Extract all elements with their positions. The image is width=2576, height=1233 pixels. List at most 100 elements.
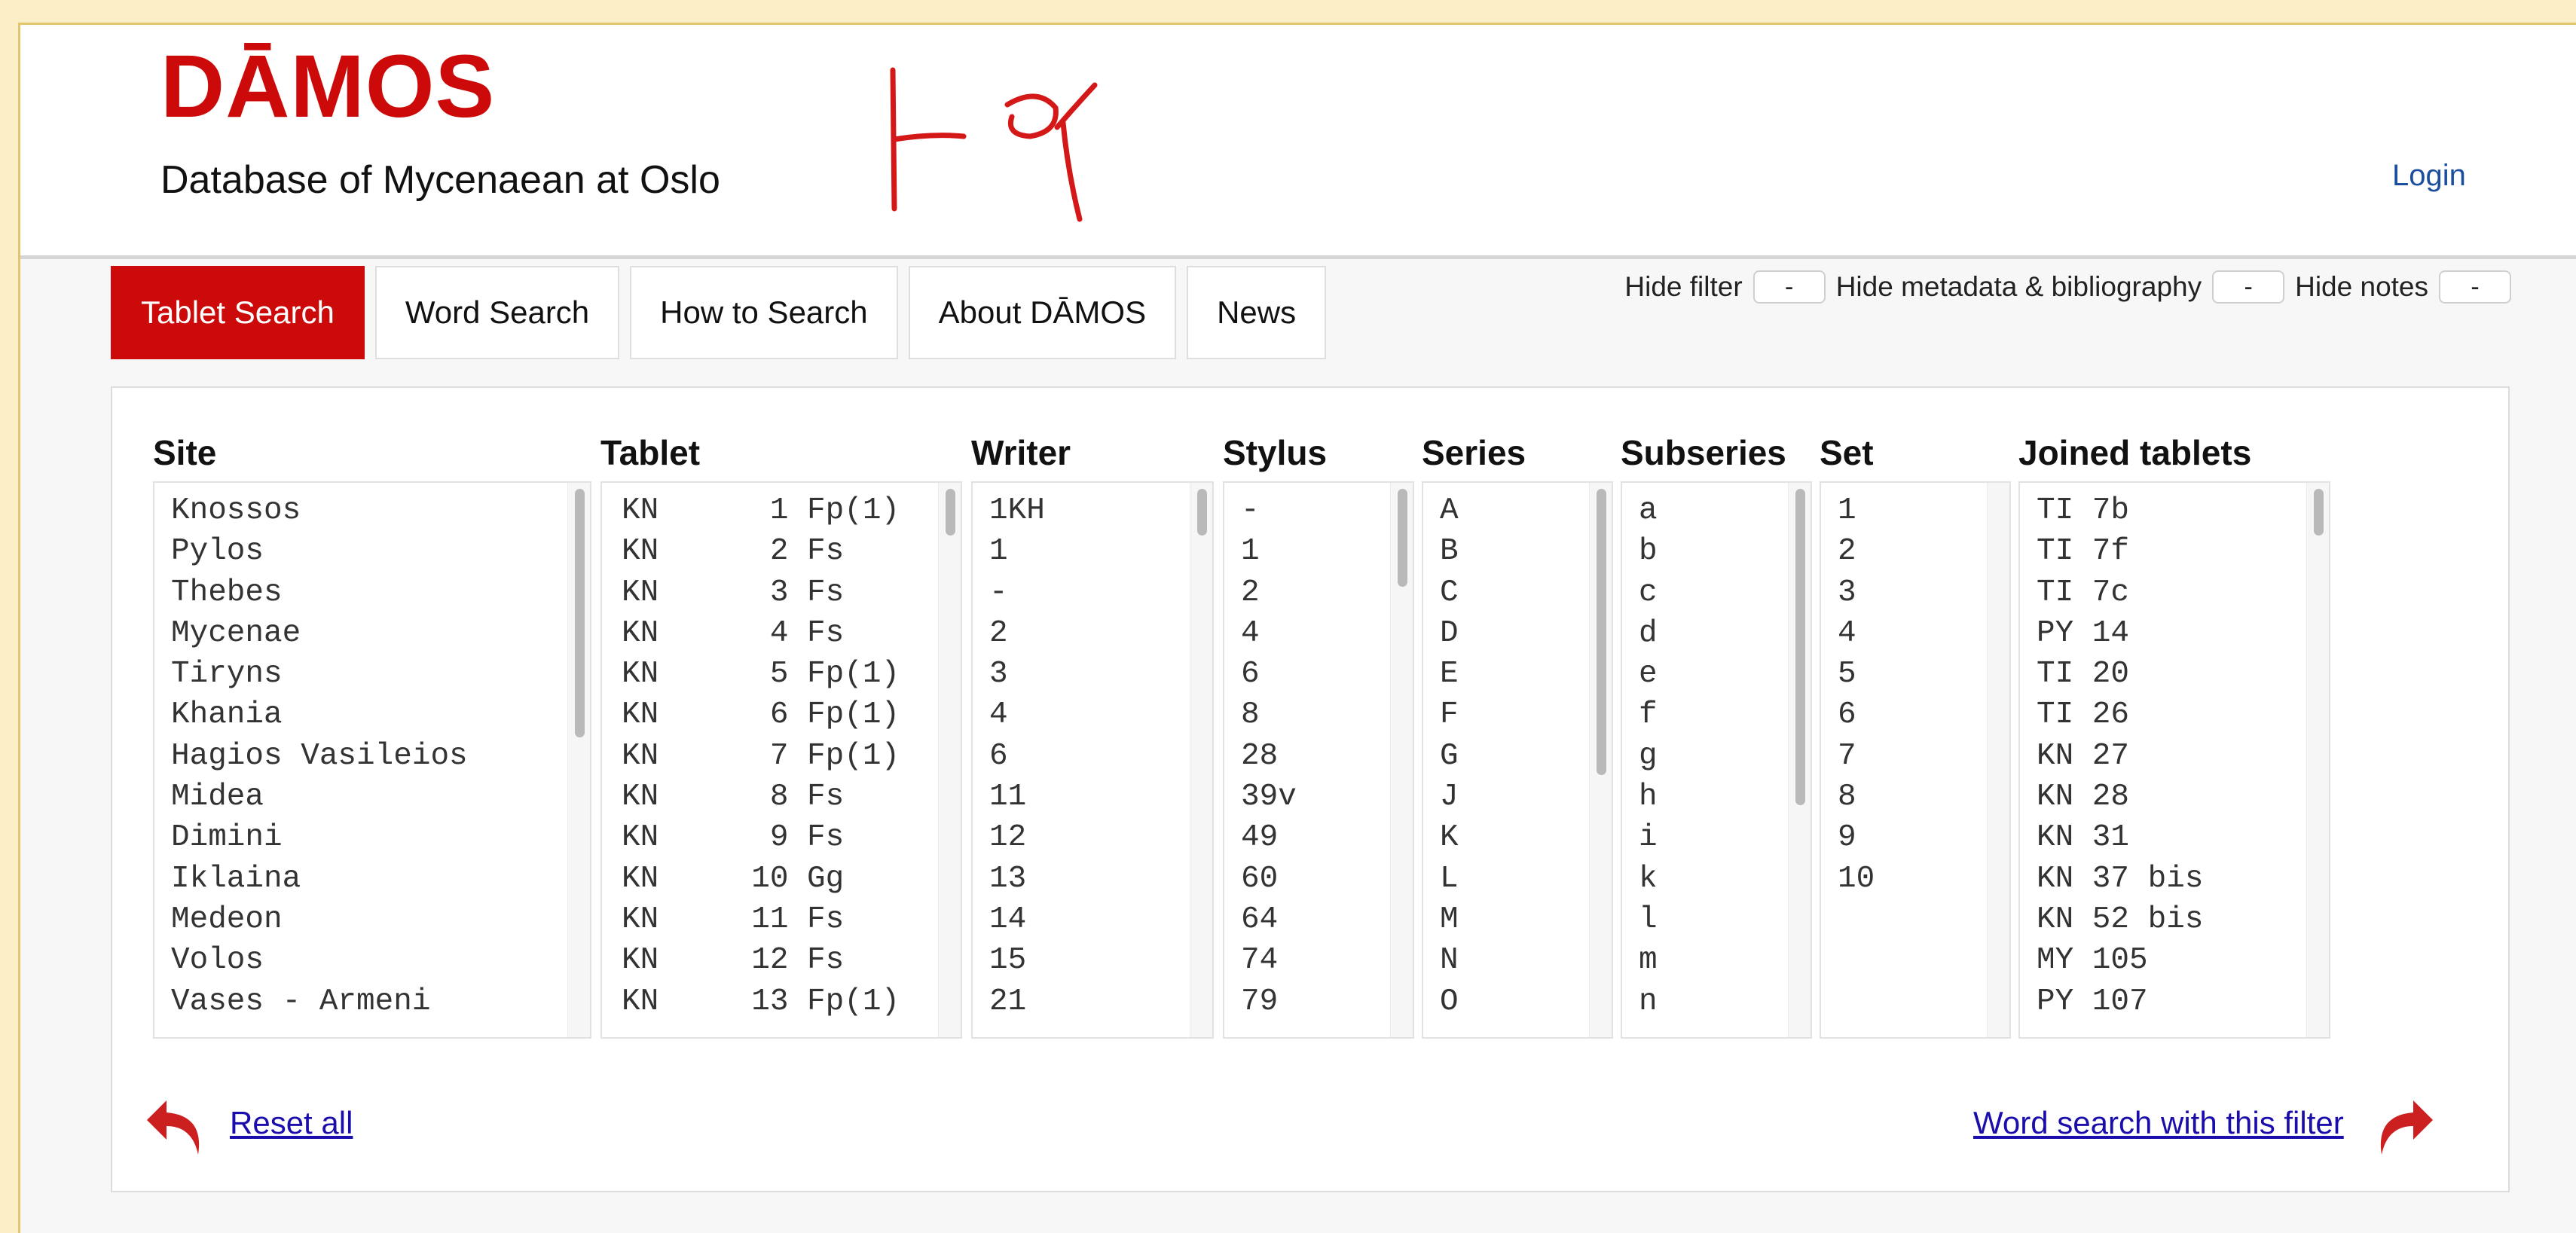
set-option[interactable]: 5 [1838, 654, 1875, 694]
hide-filter-button[interactable]: - [1752, 270, 1826, 304]
set-option[interactable]: 6 [1838, 694, 1875, 735]
subseries-scrollbar[interactable] [1788, 483, 1811, 1037]
writer-option[interactable]: 15 [989, 940, 1045, 981]
writer-scrollbar[interactable] [1190, 483, 1212, 1037]
tablet-scrollbar[interactable] [938, 483, 961, 1037]
site-option[interactable]: Hagios Vasileios [171, 736, 468, 777]
series-option[interactable]: L [1440, 859, 1459, 899]
set-listbox[interactable]: 1 2 3 4 5 6 7 8 9 10 [1820, 481, 2011, 1039]
subseries-option[interactable]: l [1639, 899, 1658, 940]
site-option[interactable]: Dimini [171, 817, 468, 858]
series-option[interactable]: G [1440, 736, 1459, 777]
writer-option[interactable]: 12 [989, 817, 1045, 858]
stylus-option[interactable]: - [1241, 490, 1297, 531]
subseries-option[interactable]: k [1639, 859, 1658, 899]
subseries-listbox[interactable]: abcdefghiklmn [1621, 481, 1812, 1039]
subseries-option[interactable]: d [1639, 613, 1658, 654]
tab-news[interactable]: News [1187, 266, 1327, 359]
stylus-option[interactable]: 64 [1241, 899, 1297, 940]
tablet-option[interactable]: KN 11 Fs [622, 899, 900, 940]
hide-metadata-button[interactable]: - [2212, 270, 2285, 304]
subseries-option[interactable]: m [1639, 940, 1658, 981]
hide-notes-button[interactable]: - [2439, 270, 2511, 304]
joined-listbox[interactable]: TI 7b TI 7f TI 7c PY 14 TI 20 TI 26 KN 27 KN 28… [2018, 481, 2330, 1039]
tablet-option[interactable]: KN 7 Fp(1) [622, 736, 900, 777]
series-scrollbar[interactable] [1589, 483, 1612, 1037]
stylus-scrollbar[interactable] [1390, 483, 1413, 1037]
joined-tablet-option[interactable]: KN 52 bis [2037, 899, 2203, 940]
set-option[interactable]: 9 [1838, 817, 1875, 858]
word-search-filter-link[interactable]: Word search with this filter [1973, 1105, 2344, 1141]
writer-option[interactable]: 4 [989, 694, 1045, 735]
series-option[interactable]: B [1440, 531, 1459, 572]
writer-option[interactable]: 2 [989, 613, 1045, 654]
set-option[interactable]: 10 [1838, 859, 1875, 899]
tablet-option[interactable]: KN 10 Gg [622, 859, 900, 899]
site-option[interactable]: Tiryns [171, 654, 468, 694]
set-option[interactable]: 3 [1838, 572, 1875, 613]
tablet-option[interactable]: KN 6 Fp(1) [622, 694, 900, 735]
joined-tablet-option[interactable]: KN 31 [2037, 817, 2203, 858]
tab-how-to-search[interactable]: How to Search [630, 266, 898, 359]
subseries-option[interactable]: a [1639, 490, 1658, 531]
joined-tablet-option[interactable]: KN 37 bis [2037, 859, 2203, 899]
series-option[interactable]: D [1440, 613, 1459, 654]
subseries-option[interactable]: f [1639, 694, 1658, 735]
subseries-option[interactable]: i [1639, 817, 1658, 858]
series-option[interactable]: F [1440, 694, 1459, 735]
stylus-option[interactable]: 1 [1241, 531, 1297, 572]
writer-listbox[interactable]: 1KH 1-2 3 4 6 11 12 13 14 15 21 [971, 481, 1214, 1039]
joined-tablet-option[interactable]: TI 26 [2037, 694, 2203, 735]
set-option[interactable]: 1 [1838, 490, 1875, 531]
set-option[interactable]: 4 [1838, 613, 1875, 654]
writer-option[interactable]: 3 [989, 654, 1045, 694]
tablet-option[interactable]: KN 8 Fs [622, 777, 900, 817]
tab-about[interactable]: About DĀMOS [908, 266, 1177, 359]
series-option[interactable]: J [1440, 777, 1459, 817]
subseries-option[interactable]: b [1639, 531, 1658, 572]
writer-option[interactable]: 21 [989, 981, 1045, 1022]
stylus-option[interactable]: 6 [1241, 654, 1297, 694]
tablet-option[interactable]: KN 5 Fp(1) [622, 654, 900, 694]
writer-option[interactable]: 11 [989, 777, 1045, 817]
joined-tablet-option[interactable]: KN 27 [2037, 736, 2203, 777]
site-option[interactable]: Mycenae [171, 613, 468, 654]
stylus-option[interactable]: 60 [1241, 859, 1297, 899]
site-option[interactable]: Iklaina [171, 859, 468, 899]
writer-option[interactable]: 13 [989, 859, 1045, 899]
tablet-option[interactable]: KN 12 Fs [622, 940, 900, 981]
writer-option[interactable]: - [989, 572, 1045, 613]
joined-tablet-option[interactable]: TI 7b [2037, 490, 2203, 531]
stylus-option[interactable]: 39v [1241, 777, 1297, 817]
series-listbox[interactable]: ABCDEFGJKLMNO [1422, 481, 1613, 1039]
stylus-option[interactable]: 4 [1241, 613, 1297, 654]
series-option[interactable]: C [1440, 572, 1459, 613]
subseries-option[interactable]: g [1639, 736, 1658, 777]
tab-word-search[interactable]: Word Search [374, 266, 620, 359]
set-option[interactable]: 8 [1838, 777, 1875, 817]
site-logo[interactable]: DĀMOS [160, 35, 495, 138]
stylus-listbox[interactable]: -1 2 4 6 8 28 39v 49 60 64 74 79 [1223, 481, 1414, 1039]
tablet-option[interactable]: KN 9 Fs [622, 817, 900, 858]
set-option[interactable]: 2 [1838, 531, 1875, 572]
joined-tablet-option[interactable]: MY 105 [2037, 940, 2203, 981]
series-option[interactable]: A [1440, 490, 1459, 531]
joined-tablet-option[interactable]: TI 20 [2037, 654, 2203, 694]
tablet-listbox[interactable]: KN 1 Fp(1) KN 2 Fs KN 3 Fs KN 4 Fs KN 5 Fp(1… [600, 481, 962, 1039]
joined-tablet-option[interactable]: PY 107 [2037, 981, 2203, 1022]
stylus-option[interactable]: 49 [1241, 817, 1297, 858]
site-option[interactable]: Khania [171, 694, 468, 735]
joined-scrollbar[interactable] [2306, 483, 2329, 1037]
tablet-option[interactable]: KN 4 Fs [622, 613, 900, 654]
site-listbox[interactable]: Knossos Pylos Thebes Mycenae Tiryns Khania Hag… [153, 481, 591, 1039]
reset-all-link[interactable]: Reset all [230, 1105, 353, 1141]
stylus-option[interactable]: 79 [1241, 981, 1297, 1022]
site-option[interactable]: Vases - Armeni [171, 981, 468, 1022]
set-option[interactable]: 7 [1838, 736, 1875, 777]
stylus-option[interactable]: 2 [1241, 572, 1297, 613]
series-option[interactable]: E [1440, 654, 1459, 694]
stylus-option[interactable]: 74 [1241, 940, 1297, 981]
site-option[interactable]: Knossos [171, 490, 468, 531]
subseries-option[interactable]: h [1639, 777, 1658, 817]
joined-tablet-option[interactable]: TI 7c [2037, 572, 2203, 613]
